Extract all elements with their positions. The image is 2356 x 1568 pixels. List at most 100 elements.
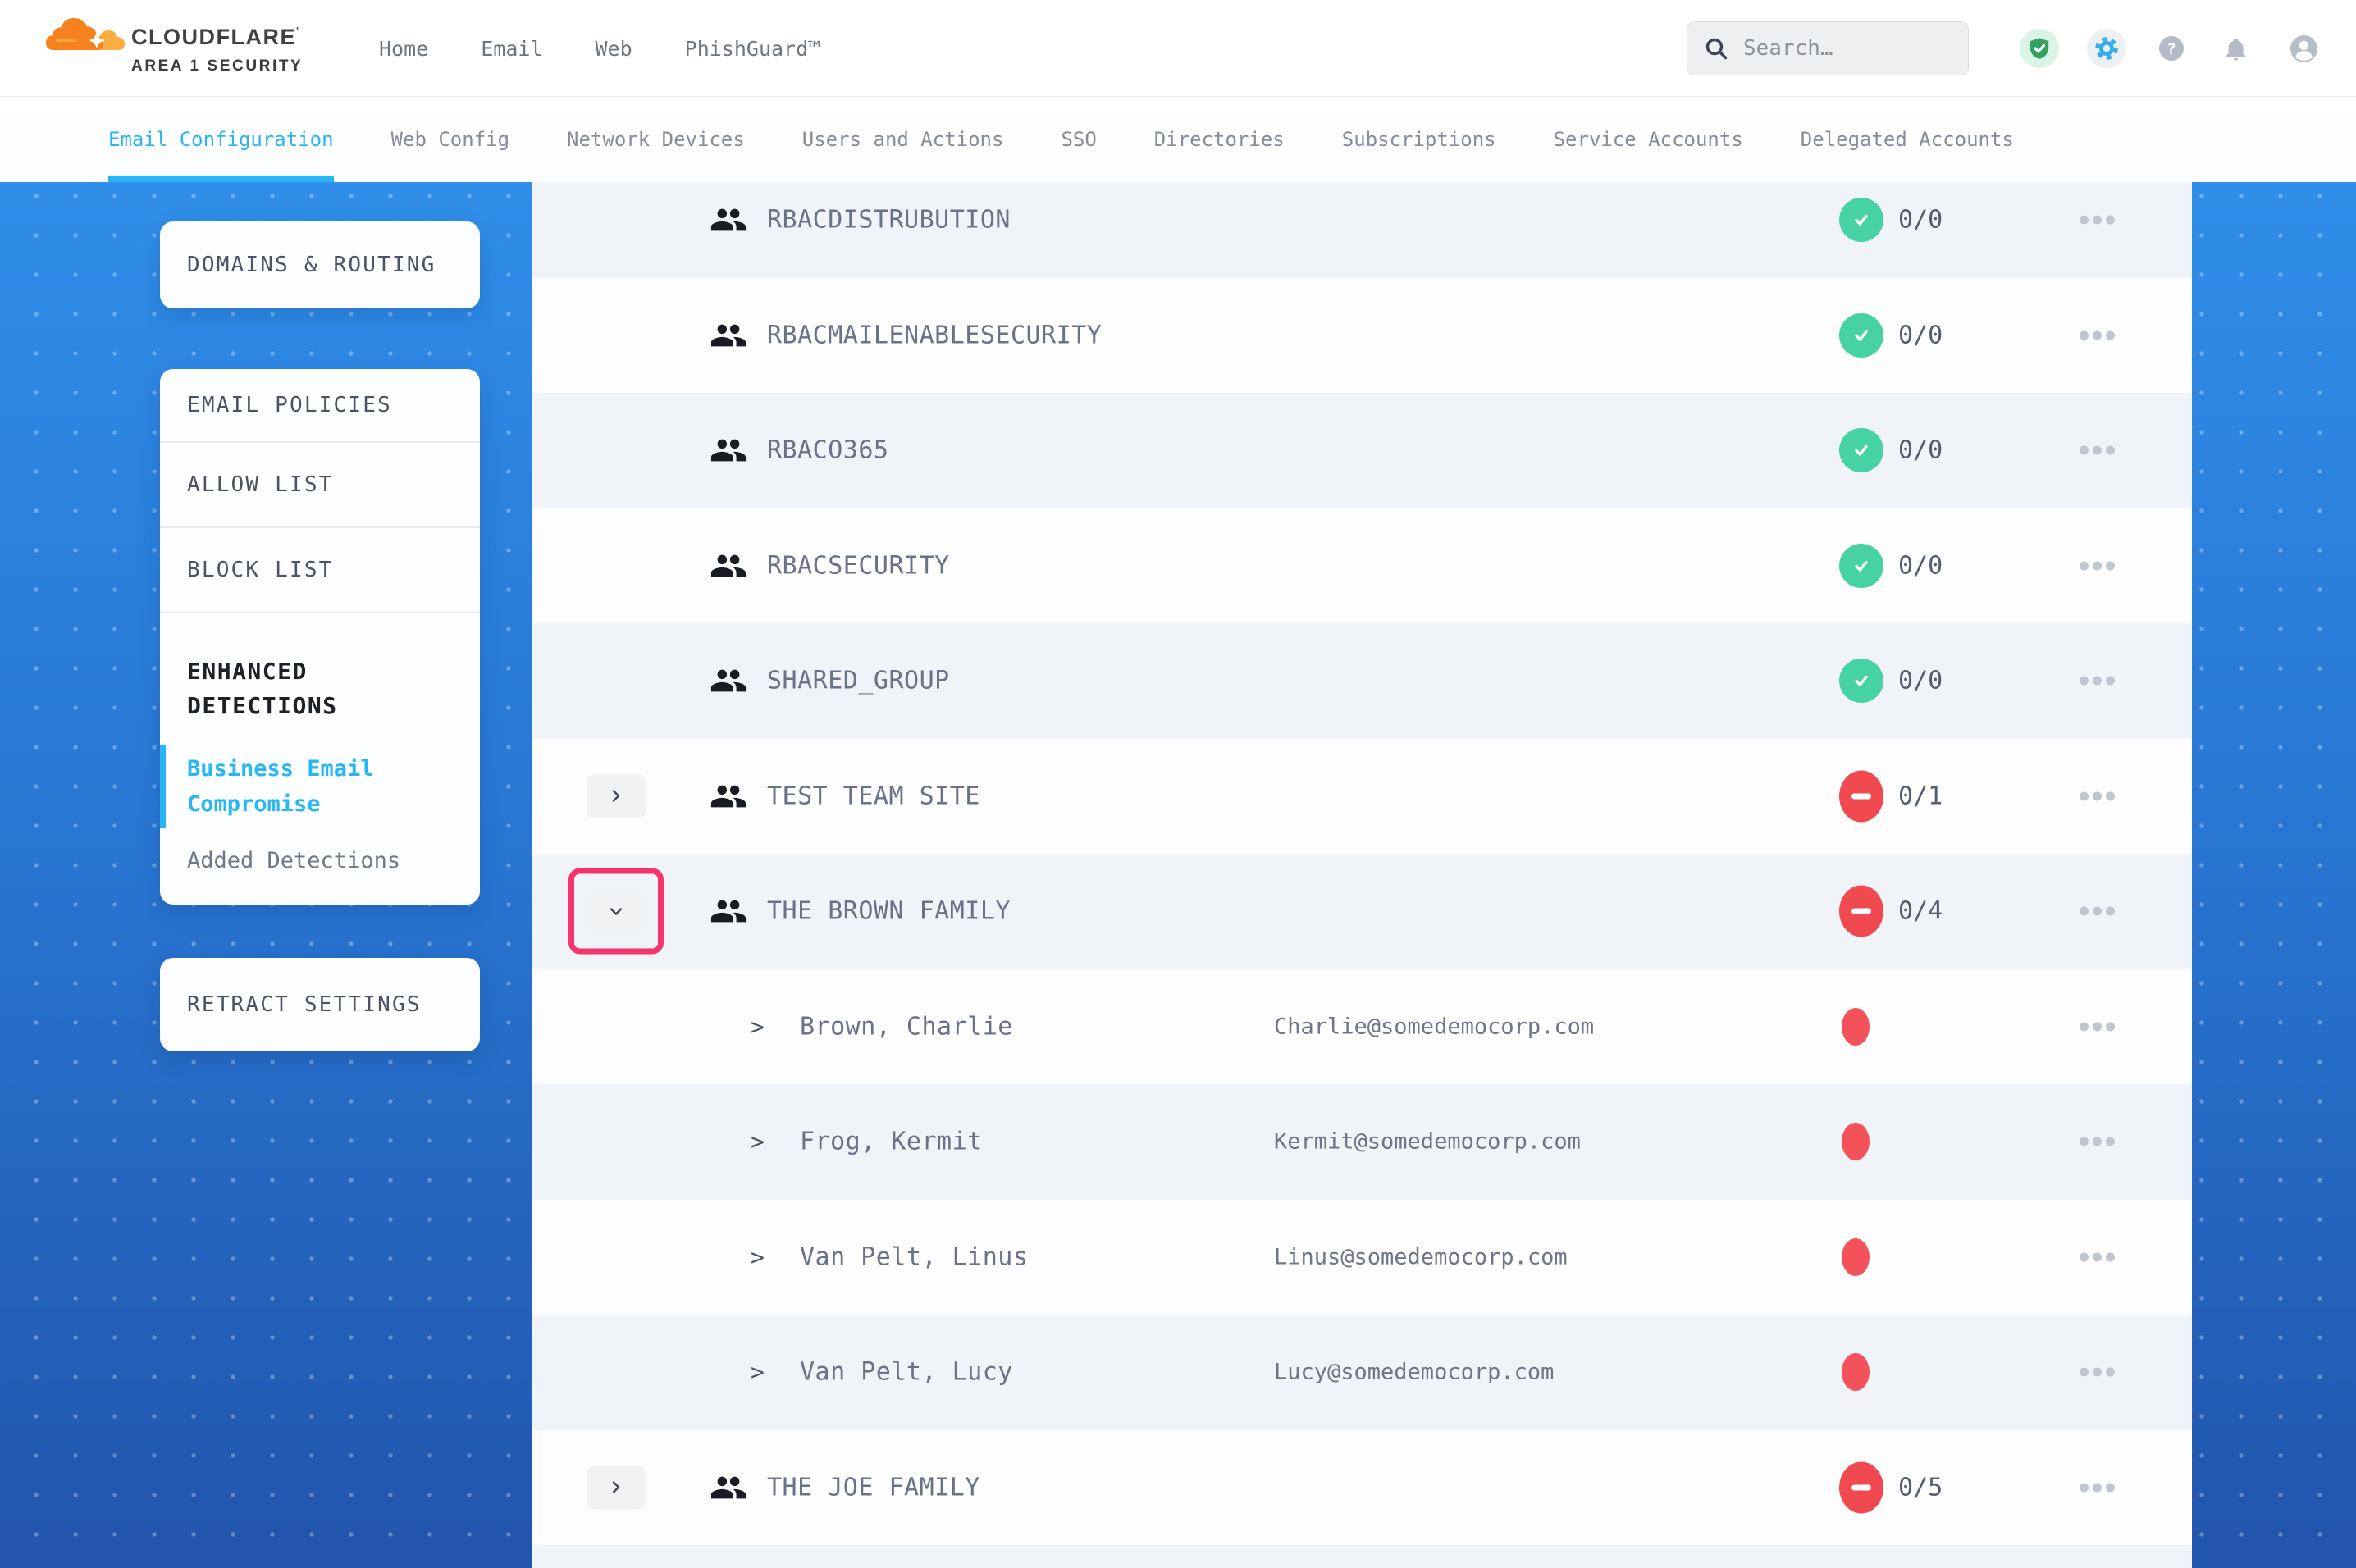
member-name: Brown, Charlie <box>800 1012 1013 1041</box>
row-actions-menu-button[interactable] <box>2080 791 2115 800</box>
table-row-group: RBACSECURITY0/0 <box>532 508 2192 624</box>
tab-subscriptions[interactable]: Subscriptions <box>1342 97 1496 182</box>
account-icon[interactable] <box>2290 34 2318 63</box>
row-actions-menu-button[interactable] <box>2080 677 2115 686</box>
expand-group-button[interactable] <box>587 774 646 818</box>
chevron-right-icon[interactable]: > <box>751 1013 765 1040</box>
chevron-down-icon <box>609 904 623 918</box>
table-row-group: THE BROWN FAMILY 0/4 <box>532 854 2192 969</box>
group-icon <box>710 895 747 928</box>
search-icon <box>1704 36 1728 61</box>
table-row-group: RBACMAILENABLESECURITY 0/0 <box>532 278 2192 394</box>
groups-table: RBACDISTRUBUTION0/0RBACMAILENABLESECURIT… <box>532 182 2192 1568</box>
chevron-right-icon <box>609 1480 623 1495</box>
row-actions-menu-button[interactable] <box>2080 1137 2115 1146</box>
group-name: RBACDISTRUBUTION <box>767 206 1011 235</box>
table-row-member: > Frog, Kermit Kermit@somedemocorp.com <box>532 1084 2192 1200</box>
sidebar-item-business-email-compromise[interactable]: Business Email Compromise <box>160 745 431 828</box>
member-email: Lucy@somedemocorp.com <box>1274 1360 1554 1385</box>
table-row-member: >Van Pelt, LucyLucy@somedemocorp.com <box>532 1315 2192 1430</box>
row-actions-menu-button[interactable] <box>2080 907 2115 916</box>
sidebar-item-allow-list[interactable]: ALLOW LIST <box>160 443 480 526</box>
member-email: Kermit@somedemocorp.com <box>1274 1129 1581 1155</box>
member-name: Frog, Kermit <box>800 1128 983 1156</box>
group-icon <box>710 319 747 352</box>
chevron-right-icon[interactable]: > <box>751 1243 765 1270</box>
sidebar-item-retract-settings[interactable]: RETRACT SETTINGS <box>160 992 422 1017</box>
row-actions-menu-button[interactable] <box>2080 1368 2115 1377</box>
brand: CLOUDFLARE' AREA 1 SECURITY <box>43 11 322 87</box>
brand-name: CLOUDFLARE' <box>131 25 303 50</box>
table-row-group: SHARED_GROUP0/0 <box>532 623 2192 739</box>
member-count: 0/4 <box>1898 897 1943 926</box>
groups-table-panel: RBACDISTRUBUTION0/0RBACMAILENABLESECURIT… <box>532 182 2192 1568</box>
member-count: 0/0 <box>1898 436 1943 465</box>
group-name: RBACMAILENABLESECURITY <box>767 321 1102 349</box>
tab-web-config[interactable]: Web Config <box>391 97 510 182</box>
status-alert-dot <box>1842 1238 1870 1276</box>
chevron-right-icon[interactable]: > <box>751 1359 765 1386</box>
sidebar-item-label: Business Email Compromise <box>187 756 374 817</box>
expand-control <box>587 1465 646 1509</box>
member-email: Charlie@somedemocorp.com <box>1274 1014 1594 1039</box>
divider <box>160 612 480 613</box>
group-name: THE BROWN FAMILY <box>767 897 1011 926</box>
top-nav-phishguard[interactable]: PhishGuard™ <box>685 37 821 61</box>
group-icon <box>710 434 747 467</box>
table-row-group: THE JOE FAMILY 0/5 <box>532 1430 2192 1546</box>
status-alert-dot <box>1842 1123 1870 1160</box>
collapse-group-button[interactable] <box>587 890 646 933</box>
top-nav-home[interactable]: Home <box>379 37 428 61</box>
status-alert-dot <box>1842 1353 1870 1391</box>
chevron-right-icon[interactable]: > <box>751 1128 765 1155</box>
tab-service-accounts[interactable]: Service Accounts <box>1554 97 1743 182</box>
sidebar-item-block-list[interactable]: BLOCK LIST <box>160 528 480 612</box>
group-icon <box>710 203 747 236</box>
notifications-bell-icon[interactable] <box>2223 35 2249 62</box>
sidebar-card-retract-settings[interactable]: RETRACT SETTINGS <box>160 958 480 1051</box>
row-actions-menu-button[interactable] <box>2080 446 2115 455</box>
table-row-partial <box>532 1545 2192 1568</box>
expand-group-button[interactable] <box>587 1465 646 1509</box>
brand-trademark: ' <box>296 25 300 37</box>
group-name: TEST TEAM SITE <box>767 782 980 810</box>
tab-users-and-actions[interactable]: Users and Actions <box>802 97 1004 182</box>
top-nav-web[interactable]: Web <box>595 37 632 61</box>
tab-network-devices[interactable]: Network Devices <box>567 97 745 182</box>
brand-subtitle: AREA 1 SECURITY <box>131 57 303 75</box>
row-actions-menu-button[interactable] <box>2080 561 2115 570</box>
row-actions-menu-button[interactable] <box>2080 216 2115 225</box>
sidebar-item-added-detections[interactable]: Added Detections <box>160 848 480 873</box>
member-email: Linus@somedemocorp.com <box>1274 1244 1568 1269</box>
search-box[interactable] <box>1687 21 1969 75</box>
row-actions-menu-button[interactable] <box>2080 330 2115 340</box>
group-name: THE JOE FAMILY <box>767 1473 980 1502</box>
member-count: 0/5 <box>1898 1473 1943 1502</box>
status-blocked-badge <box>1839 886 1883 937</box>
status-check-badge <box>1839 313 1883 358</box>
shield-check-icon[interactable] <box>2020 29 2059 68</box>
row-actions-menu-button[interactable] <box>2080 1483 2115 1492</box>
tab-directories[interactable]: Directories <box>1154 97 1285 182</box>
group-name: SHARED_GROUP <box>767 667 950 695</box>
sidebar-item-domains-routing[interactable]: DOMAINS & ROUTING <box>160 253 436 277</box>
header-icon-row: ? <box>2020 0 2318 97</box>
sidebar-item-email-policies[interactable]: EMAIL POLICIES <box>160 369 480 441</box>
group-icon <box>710 664 747 697</box>
tab-delegated-accounts[interactable]: Delegated Accounts <box>1801 97 2014 182</box>
member-count: 0/0 <box>1898 321 1943 349</box>
highlight-annotation <box>587 890 646 933</box>
tab-email-configuration[interactable]: Email Configuration <box>108 97 334 182</box>
tab-sso[interactable]: SSO <box>1061 97 1096 182</box>
top-nav: Home Email Web PhishGuard™ <box>379 0 820 97</box>
status-check-badge <box>1839 198 1883 242</box>
help-icon[interactable]: ? <box>2158 35 2185 62</box>
active-indicator-bar <box>160 745 166 828</box>
settings-gear-icon[interactable] <box>2087 29 2126 68</box>
row-actions-menu-button[interactable] <box>2080 1022 2115 1031</box>
row-actions-menu-button[interactable] <box>2080 1252 2115 1261</box>
sidebar-card-domains-routing[interactable]: DOMAINS & ROUTING <box>160 221 480 308</box>
top-nav-email[interactable]: Email <box>481 37 542 61</box>
status-check-badge <box>1839 544 1883 588</box>
search-input[interactable] <box>1743 36 1952 61</box>
